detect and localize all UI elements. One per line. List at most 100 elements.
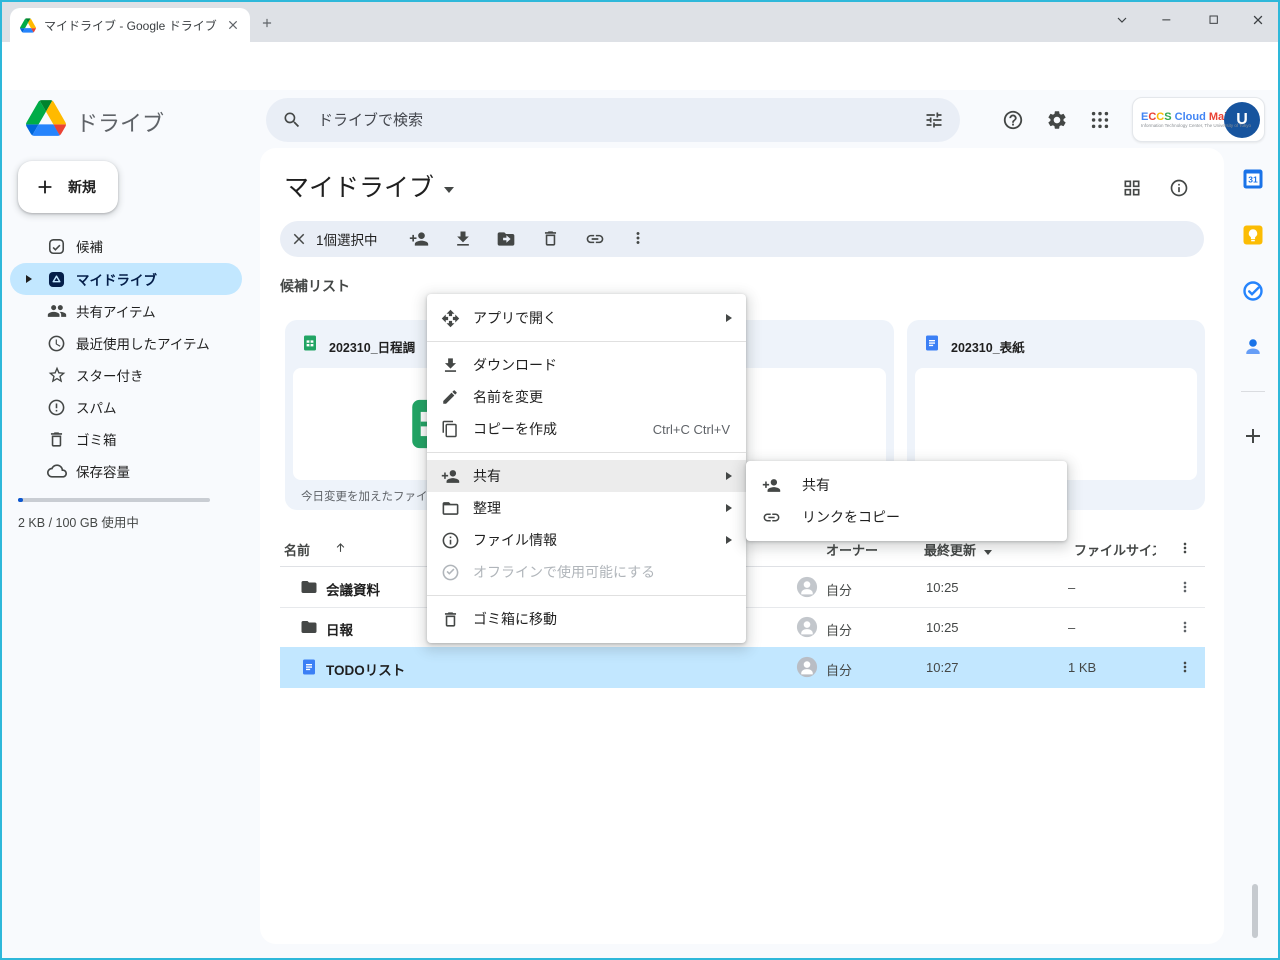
browser-window: マイドライブ - Google ドライブ <box>0 0 1280 960</box>
my-drive-icon <box>47 270 66 289</box>
rail-add-icon[interactable] <box>1241 424 1265 448</box>
calendar-icon[interactable]: 31 <box>1241 167 1265 191</box>
share-person-add-icon <box>441 467 460 486</box>
header-owner[interactable]: オーナー <box>826 540 878 559</box>
row-more-kebab-icon[interactable] <box>1177 619 1193 635</box>
account-badge-text: ECCS Cloud Mail Information Technology C… <box>1141 111 1224 129</box>
contacts-icon[interactable] <box>1241 335 1265 359</box>
trash-icon <box>441 610 460 629</box>
drive-logo <box>26 100 66 136</box>
browser-tab[interactable]: マイドライブ - Google ドライブ <box>10 8 250 42</box>
link-icon <box>762 508 781 527</box>
header-size[interactable]: ファイルサイズ <box>1074 540 1156 559</box>
file-row-todo-list[interactable]: TODOリスト 自分 10:27 1 KB <box>280 647 1205 688</box>
sidebar-item-spam[interactable]: スパム <box>10 391 242 423</box>
info-icon <box>441 531 460 550</box>
tab-title: マイドライブ - Google ドライブ <box>44 17 218 34</box>
sheets-file-icon <box>301 334 319 352</box>
submenu-item-share[interactable]: 共有 <box>746 469 1067 501</box>
cloud-icon <box>47 461 67 481</box>
submenu-item-copy-link[interactable]: リンクをコピー <box>746 501 1067 533</box>
menu-item-rename[interactable]: 名前を変更 <box>427 381 746 413</box>
sidebar-item-recent[interactable]: 最近使用したアイテム <box>10 327 242 359</box>
scrollbar-thumb[interactable] <box>1252 884 1258 938</box>
menu-item-share[interactable]: 共有 <box>427 460 746 492</box>
share-person-add-icon[interactable] <box>409 229 429 249</box>
shortcut-label: Ctrl+C Ctrl+V <box>653 422 730 437</box>
rail-divider <box>1241 391 1265 392</box>
tab-search-chevron-icon[interactable] <box>1114 12 1130 28</box>
suggested-section-label: 候補リスト <box>280 276 350 296</box>
clear-selection-icon[interactable] <box>290 230 308 248</box>
move-to-folder-icon[interactable] <box>496 229 516 249</box>
modified-filter-caret-icon[interactable] <box>984 550 992 555</box>
account-badge[interactable]: ECCS Cloud Mail Information Technology C… <box>1132 97 1265 142</box>
grid-view-toggle-icon[interactable] <box>1122 178 1142 198</box>
menu-item-make-copy[interactable]: コピーを作成 Ctrl+C Ctrl+V <box>427 413 746 445</box>
tab-close-icon[interactable] <box>226 18 240 32</box>
copy-icon <box>441 420 459 438</box>
download-icon <box>441 356 460 375</box>
trash-icon[interactable] <box>541 229 560 248</box>
new-button[interactable]: 新規 <box>18 161 118 213</box>
more-actions-kebab-icon[interactable] <box>629 229 647 247</box>
menu-item-organize[interactable]: 整理 <box>427 492 746 524</box>
search-input[interactable] <box>316 111 924 130</box>
menu-divider <box>427 341 746 342</box>
expand-arrow-icon[interactable] <box>26 275 32 283</box>
account-badge-subtitle: Information Technology Center, The Unive… <box>1141 123 1216 128</box>
storage-progress-fill <box>18 498 23 502</box>
details-info-icon[interactable] <box>1169 178 1189 198</box>
check-square-icon <box>47 237 66 256</box>
owner-avatar <box>796 576 818 598</box>
folder-icon <box>300 578 318 596</box>
window-maximize-button[interactable] <box>1206 12 1222 28</box>
new-tab-button[interactable] <box>260 16 274 30</box>
header-more-kebab-icon[interactable] <box>1177 540 1193 556</box>
submenu-arrow-icon <box>726 504 732 512</box>
tasks-icon[interactable] <box>1241 279 1265 303</box>
window-close-button[interactable] <box>1250 12 1266 28</box>
menu-item-file-info[interactable]: ファイル情報 <box>427 524 746 556</box>
search-bar[interactable] <box>266 98 960 142</box>
header-name[interactable]: 名前 <box>284 540 310 559</box>
download-icon[interactable] <box>453 229 473 249</box>
selection-count: 1個選択中 <box>316 229 378 249</box>
header-modified[interactable]: 最終更新 <box>924 540 992 559</box>
menu-item-open-with[interactable]: アプリで開く <box>427 302 746 334</box>
docs-file-icon <box>300 658 318 676</box>
menu-divider <box>427 595 746 596</box>
sort-ascending-icon[interactable] <box>334 541 347 554</box>
sidebar-item-storage[interactable]: 保存容量 <box>10 455 242 487</box>
sidebar-item-shared[interactable]: 共有アイテム <box>10 295 242 327</box>
sidebar-item-suggested[interactable]: 候補 <box>10 230 242 262</box>
drive-favicon <box>20 18 36 33</box>
title-dropdown-caret-icon[interactable] <box>444 187 454 193</box>
sidebar-item-my-drive[interactable]: マイドライブ <box>10 263 242 295</box>
sidebar-item-trash[interactable]: ゴミ箱 <box>10 423 242 455</box>
menu-item-make-offline: オフラインで使用可能にする <box>427 556 746 588</box>
trash-icon <box>47 430 66 449</box>
menu-item-download[interactable]: ダウンロード <box>427 349 746 381</box>
star-icon <box>47 365 67 385</box>
card-caption: 今日変更を加えたファイ <box>301 488 428 504</box>
settings-gear-icon[interactable] <box>1046 109 1068 131</box>
page-title[interactable]: マイドライブ <box>284 168 454 204</box>
search-options-tune-icon[interactable] <box>924 110 944 130</box>
keep-icon[interactable] <box>1241 223 1265 247</box>
search-icon[interactable] <box>282 110 302 130</box>
google-apps-grid-icon[interactable] <box>1089 109 1111 131</box>
help-icon[interactable] <box>1002 109 1024 131</box>
row-more-kebab-icon[interactable] <box>1177 579 1193 595</box>
copy-link-icon[interactable] <box>585 229 605 249</box>
open-with-icon <box>441 309 460 328</box>
menu-item-move-to-trash[interactable]: ゴミ箱に移動 <box>427 603 746 635</box>
share-submenu: 共有 リンクをコピー <box>746 461 1067 541</box>
share-person-add-icon <box>762 476 781 495</box>
storage-progress-bar <box>18 498 210 502</box>
window-minimize-button[interactable] <box>1159 12 1175 28</box>
row-more-kebab-icon[interactable] <box>1177 659 1193 675</box>
account-avatar[interactable]: U <box>1224 102 1260 138</box>
submenu-arrow-icon <box>726 314 732 322</box>
sidebar-item-starred[interactable]: スター付き <box>10 359 242 391</box>
